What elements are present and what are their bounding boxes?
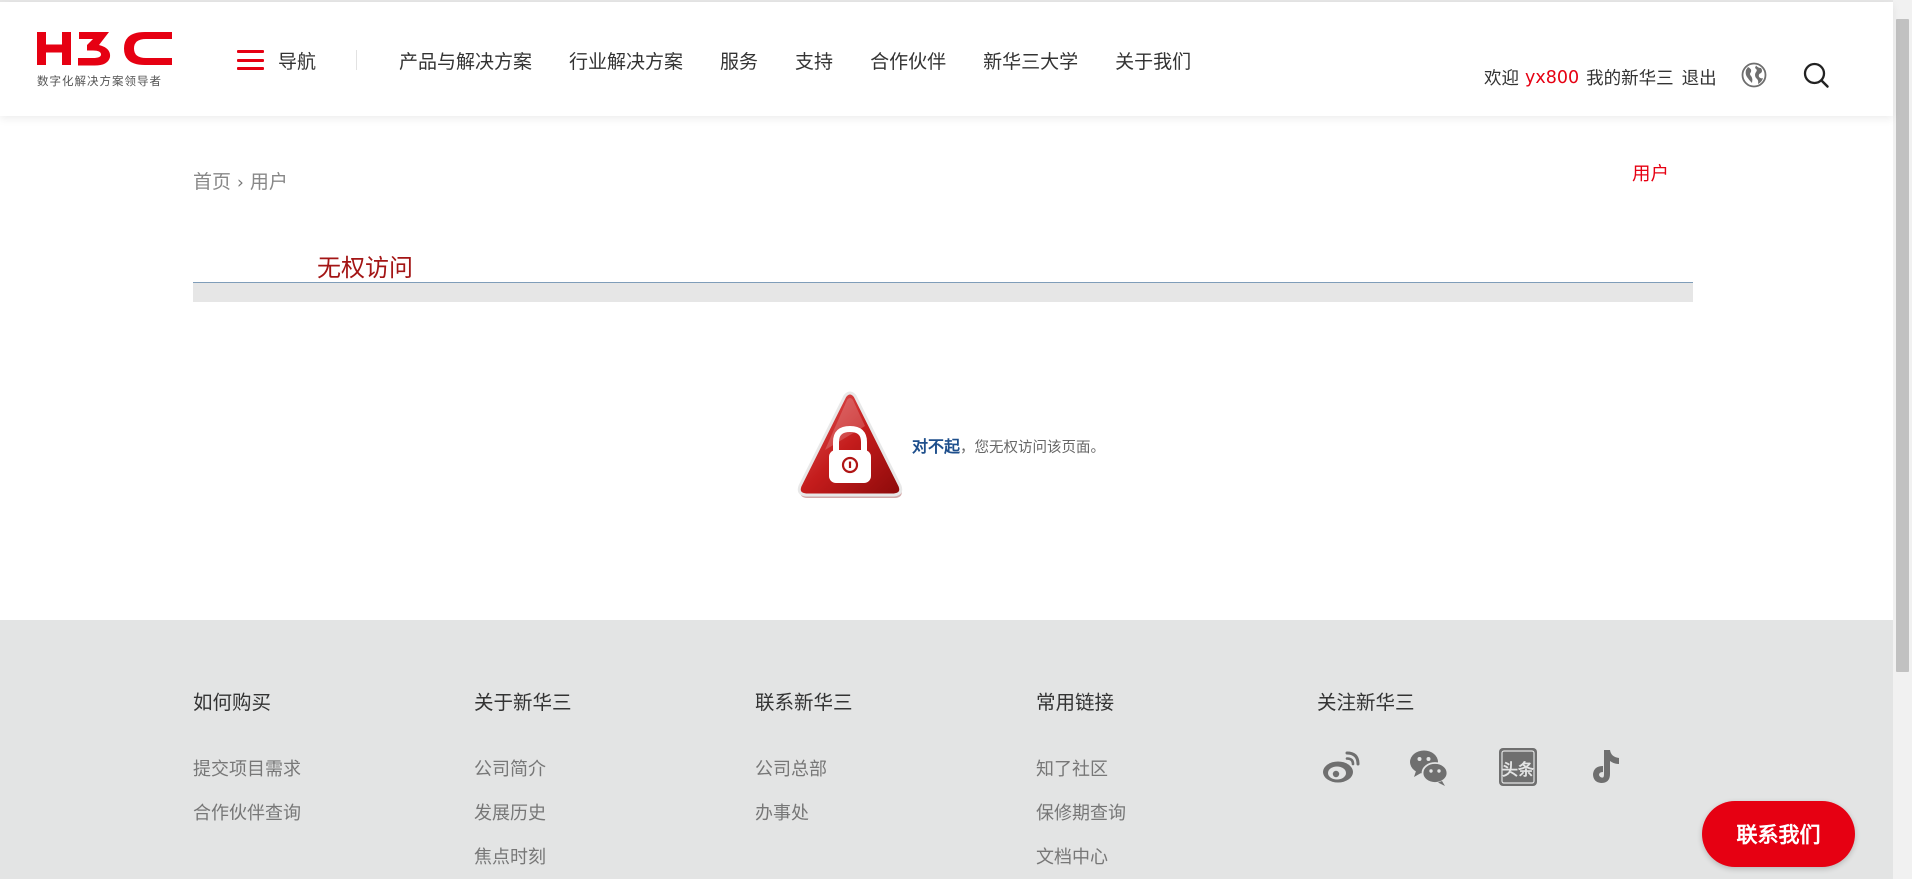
lock-warning-icon	[797, 391, 903, 498]
scrollbar-thumb[interactable]	[1896, 19, 1909, 672]
user-area: 欢迎 yx800 我的新华三 退出	[1484, 65, 1717, 90]
toutiao-icon-label: 头条	[1501, 760, 1534, 779]
hamburger-icon	[237, 50, 264, 70]
footer-link[interactable]: 办事处	[755, 799, 853, 843]
nav-item-products[interactable]: 产品与解决方案	[399, 47, 532, 74]
main-nav: 产品与解决方案 行业解决方案 服务 支持 合作伙伴 新华三大学 关于我们	[399, 46, 1228, 74]
tiktok-icon[interactable]	[1583, 745, 1627, 789]
footer-link[interactable]: 知了社区	[1036, 755, 1126, 799]
footer-link[interactable]: 合作伙伴查询	[193, 799, 301, 843]
user-side-link[interactable]: 用户	[1632, 160, 1669, 186]
footer-link[interactable]: 公司简介	[474, 755, 572, 799]
nav-item-services[interactable]: 服务	[720, 47, 758, 74]
h3c-logo-mark	[37, 32, 172, 66]
footer-link[interactable]: 提交项目需求	[193, 755, 301, 799]
logo-tagline: 数字化解决方案领导者	[37, 74, 162, 88]
nav-item-about[interactable]: 关于我们	[1115, 47, 1191, 74]
welcome-text: 欢迎	[1484, 69, 1519, 89]
footer-heading: 关注新华三	[1317, 691, 1415, 714]
wechat-icon[interactable]	[1407, 745, 1451, 789]
footer-link[interactable]: 发展历史	[474, 799, 572, 843]
my-h3c-link[interactable]: 我的新华三	[1586, 65, 1674, 90]
error-message: 对不起，您无权访问该页面。	[912, 433, 1105, 457]
globe-icon[interactable]	[1741, 62, 1767, 88]
error-message-text: ，您无权访问该页面。	[960, 440, 1106, 456]
logout-link[interactable]: 退出	[1682, 65, 1717, 90]
h3c-logo[interactable]: 数字化解决方案领导者	[35, 29, 175, 91]
footer-link[interactable]: 保修期查询	[1036, 799, 1126, 843]
toutiao-icon[interactable]: 头条	[1496, 745, 1540, 789]
page-title: 无权访问	[317, 254, 413, 282]
nav-item-partners[interactable]: 合作伙伴	[870, 47, 946, 74]
breadcrumb-separator: ›	[237, 173, 244, 193]
footer-heading: 如何购买	[193, 691, 272, 714]
breadcrumb-home[interactable]: 首页	[193, 171, 231, 193]
footer-heading: 关于新华三	[474, 691, 572, 714]
site-header: 数字化解决方案领导者 导航 产品与解决方案 行业解决方案 服务 支持 合作伙伴 …	[0, 2, 1893, 116]
error-message-strong: 对不起	[912, 437, 961, 456]
footer-column-buy: 如何购买 提交项目需求 合作伙伴查询	[193, 686, 301, 843]
nav-divider	[356, 50, 357, 70]
footer-column-contact: 联系新华三 公司总部 办事处	[755, 686, 853, 843]
breadcrumb: 首页 › 用户	[193, 167, 288, 194]
footer-column-links: 常用链接 知了社区 保修期查询 文档中心	[1036, 686, 1126, 879]
footer-link[interactable]: 文档中心	[1036, 843, 1126, 879]
breadcrumb-current: 用户	[249, 171, 288, 193]
nav-item-university[interactable]: 新华三大学	[983, 47, 1078, 74]
weibo-icon[interactable]	[1320, 745, 1364, 789]
footer-link[interactable]: 公司总部	[755, 755, 853, 799]
nav-item-industry[interactable]: 行业解决方案	[569, 47, 683, 74]
nav-item-support[interactable]: 支持	[795, 47, 833, 74]
nav-toggle-button[interactable]: 导航	[237, 46, 316, 74]
nav-toggle-label: 导航	[278, 50, 317, 73]
search-icon[interactable]	[1802, 61, 1830, 89]
footer-heading: 联系新华三	[755, 691, 853, 714]
footer-link[interactable]: 焦点时刻	[474, 843, 572, 879]
contact-us-button[interactable]: 联系我们	[1702, 801, 1855, 867]
footer-heading: 常用链接	[1036, 691, 1115, 714]
username-link[interactable]: yx800	[1525, 68, 1579, 88]
title-band	[193, 283, 1693, 302]
footer-column-about: 关于新华三 公司简介 发展历史 焦点时刻	[474, 686, 572, 879]
